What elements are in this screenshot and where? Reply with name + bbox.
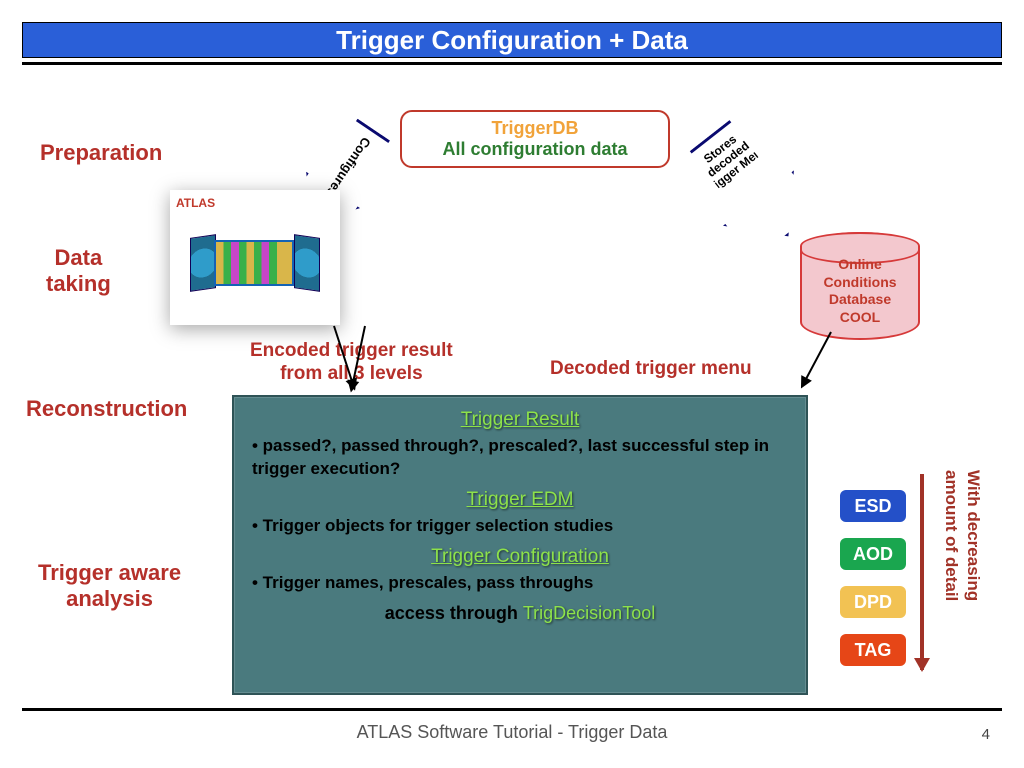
format-dpd: DPD <box>840 586 906 618</box>
stores-label: Stores decoded Trigger Menu <box>683 118 774 201</box>
triggerdb-title: TriggerDB <box>491 118 578 139</box>
format-tag: TAG <box>840 634 906 666</box>
panel-body-result: • passed?, passed through?, prescaled?, … <box>252 435 788 481</box>
access-prefix: access through <box>385 603 523 623</box>
format-esd: ESD <box>840 490 906 522</box>
stage-data-taking: Data taking <box>46 245 111 297</box>
detail-side-text: With decreasing amount of detail <box>940 470 984 680</box>
panel-heading-config: Trigger Configuration <box>252 546 788 568</box>
triggerdb-box: TriggerDB All configuration data <box>400 110 670 168</box>
footer-text: ATLAS Software Tutorial - Trigger Data <box>0 722 1024 743</box>
panel-heading-edm: Trigger EDM <box>252 489 788 511</box>
title-bar: Trigger Configuration + Data <box>22 22 1002 58</box>
title-underline <box>22 62 1002 65</box>
stage-reconstruction: Reconstruction <box>26 396 187 422</box>
cool-database: Online Conditions Database COOL <box>800 232 920 340</box>
panel-heading-result: Trigger Result <box>252 409 788 431</box>
format-aod: AOD <box>840 538 906 570</box>
atlas-detector-image: ATLAS <box>170 190 340 325</box>
stage-preparation: Preparation <box>40 140 162 166</box>
detail-arrow-icon <box>920 474 924 670</box>
detector-illustration <box>176 210 334 310</box>
atlas-label: ATLAS <box>176 196 334 210</box>
access-tool: TrigDecisionTool <box>523 603 655 623</box>
triggerdb-subtitle: All configuration data <box>442 139 627 160</box>
bottom-rule <box>22 708 1002 711</box>
slide-title: Trigger Configuration + Data <box>336 25 688 56</box>
decoded-label: Decoded trigger menu <box>550 358 752 381</box>
page-number: 4 <box>982 726 990 743</box>
panel-access-line: access through TrigDecisionTool <box>252 603 788 624</box>
main-panel: Trigger Result • passed?, passed through… <box>232 395 808 695</box>
cool-label: Online Conditions Database COOL <box>823 256 896 326</box>
panel-body-edm: • Trigger objects for trigger selection … <box>252 515 788 538</box>
stage-trigger-aware: Trigger aware analysis <box>38 560 181 612</box>
panel-body-config: • Trigger names, prescales, pass through… <box>252 572 788 595</box>
